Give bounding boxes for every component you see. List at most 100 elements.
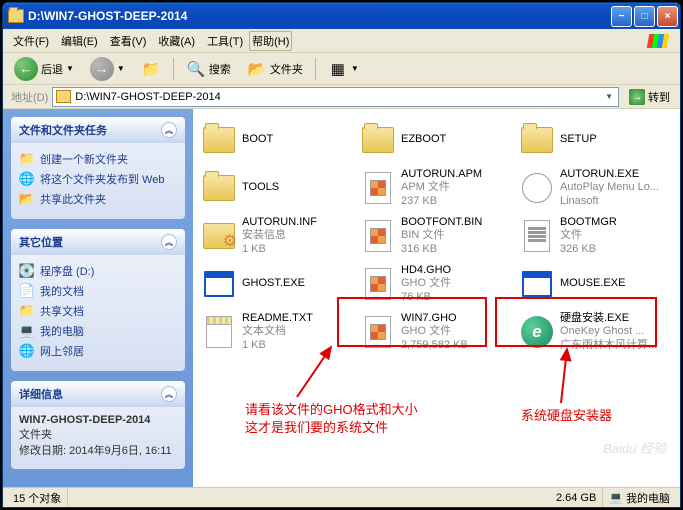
file-name: WIN7.GHO bbox=[401, 312, 468, 325]
file-name: HD4.GHO bbox=[401, 264, 451, 277]
file-item[interactable]: BOOT bbox=[199, 117, 356, 163]
network-icon: 🌐 bbox=[19, 343, 35, 359]
gear-icon bbox=[202, 219, 236, 253]
file-name: AUTORUN.INF bbox=[242, 216, 317, 229]
file-item[interactable]: AUTORUN.INF安装信息1 KB bbox=[199, 213, 356, 259]
cd-icon bbox=[520, 171, 554, 205]
file-item[interactable]: TOOLS bbox=[199, 165, 356, 211]
menu-favorites[interactable]: 收藏(A) bbox=[152, 31, 201, 51]
file-item[interactable]: e硬盘安装.EXEOneKey Ghost ...广东雨林木风计算... bbox=[517, 309, 674, 355]
file-meta: 广东雨林木风计算... bbox=[560, 339, 657, 352]
computer-icon: 💻 bbox=[609, 491, 623, 504]
file-meta: APM 文件 bbox=[401, 181, 482, 194]
place-drive-d[interactable]: 💽程序盘 (D:) bbox=[19, 261, 177, 281]
file-name: GHOST.EXE bbox=[242, 277, 305, 290]
views-button[interactable]: ▦ ▼ bbox=[321, 56, 366, 82]
documents-icon: 📄 bbox=[19, 283, 35, 299]
folder-icon bbox=[8, 9, 24, 23]
maximize-button[interactable]: □ bbox=[634, 6, 655, 27]
folders-label: 文件夹 bbox=[270, 61, 303, 77]
file-meta: AutoPlay Menu Lo... bbox=[560, 181, 659, 194]
places-title: 其它位置 bbox=[19, 234, 63, 250]
menu-tools[interactable]: 工具(T) bbox=[201, 31, 249, 51]
file-name: BOOTFONT.BIN bbox=[401, 216, 482, 229]
file-item[interactable]: WIN7.GHOGHO 文件2,759,582 KB bbox=[358, 309, 515, 355]
file-meta: 76 KB bbox=[401, 291, 451, 304]
task-publish-web[interactable]: 🌐将这个文件夹发布到 Web bbox=[19, 169, 177, 189]
tasks-header[interactable]: 文件和文件夹任务 ︽ bbox=[11, 117, 185, 143]
address-field[interactable]: D:\WIN7-GHOST-DEEP-2014 ▼ bbox=[52, 87, 619, 107]
address-text: D:\WIN7-GHOST-DEEP-2014 bbox=[75, 91, 220, 103]
forward-button[interactable]: → ▼ bbox=[83, 54, 132, 84]
gho-icon bbox=[361, 267, 395, 301]
details-panel: 详细信息 ︽ WIN7-GHOST-DEEP-2014 文件夹 修改日期: 20… bbox=[11, 381, 185, 469]
place-my-documents[interactable]: 📄我的文档 bbox=[19, 281, 177, 301]
minimize-button[interactable]: − bbox=[611, 6, 632, 27]
file-name: AUTORUN.APM bbox=[401, 168, 482, 181]
chevron-up-icon: ︽ bbox=[161, 386, 177, 402]
status-objects: 15 个对象 bbox=[7, 489, 68, 507]
annotation-text-1: 请看该文件的GHO格式和大小 这才是我们要的系统文件 bbox=[245, 401, 418, 437]
forward-arrow-icon: → bbox=[90, 57, 114, 81]
file-name: 硬盘安装.EXE bbox=[560, 312, 657, 325]
details-name: WIN7-GHOST-DEEP-2014 bbox=[19, 414, 150, 426]
file-name: BOOT bbox=[242, 133, 273, 146]
search-icon: 🔍 bbox=[186, 59, 206, 79]
file-item[interactable]: HD4.GHOGHO 文件76 KB bbox=[358, 261, 515, 307]
menu-edit[interactable]: 编辑(E) bbox=[55, 31, 104, 51]
status-location: 💻 我的电脑 bbox=[603, 489, 676, 507]
separator bbox=[173, 58, 174, 80]
folders-button[interactable]: 📂 文件夹 bbox=[240, 56, 310, 82]
menu-file[interactable]: 文件(F) bbox=[7, 31, 55, 51]
computer-icon: 💻 bbox=[19, 323, 35, 339]
menu-help[interactable]: 帮助(H) bbox=[249, 31, 292, 51]
file-item[interactable]: SETUP bbox=[517, 117, 674, 163]
file-meta: GHO 文件 bbox=[401, 277, 451, 290]
task-new-folder[interactable]: 📁创建一个新文件夹 bbox=[19, 149, 177, 169]
folder-icon bbox=[56, 90, 71, 103]
up-button[interactable]: 📁 bbox=[134, 56, 168, 82]
close-button[interactable]: × bbox=[657, 6, 678, 27]
folder-icon bbox=[361, 123, 395, 157]
exe-icon bbox=[202, 267, 236, 301]
back-button[interactable]: ← 后退 ▼ bbox=[7, 54, 81, 84]
file-item[interactable]: BOOTFONT.BINBIN 文件316 KB bbox=[358, 213, 515, 259]
back-arrow-icon: ← bbox=[14, 57, 38, 81]
file-view[interactable]: BOOT EZBOOTSETUP TOOLSAUTORUN.APMAPM 文件237… bbox=[193, 109, 680, 487]
file-meta: 1 KB bbox=[242, 243, 317, 256]
new-folder-icon: 📁 bbox=[19, 151, 35, 167]
file-item[interactable]: BOOTMGR文件326 KB bbox=[517, 213, 674, 259]
window-title: D:\WIN7-GHOST-DEEP-2014 bbox=[28, 9, 611, 23]
places-header[interactable]: 其它位置 ︽ bbox=[11, 229, 185, 255]
file-meta: 326 KB bbox=[560, 243, 617, 256]
main-area: 文件和文件夹任务 ︽ 📁创建一个新文件夹 🌐将这个文件夹发布到 Web 📂共享此… bbox=[3, 109, 680, 487]
gho-icon bbox=[361, 219, 395, 253]
details-type: 文件夹 bbox=[19, 429, 52, 441]
file-item[interactable]: README.TXT文本文档1 KB bbox=[199, 309, 356, 355]
oem-icon: e bbox=[520, 315, 554, 349]
titlebar[interactable]: D:\WIN7-GHOST-DEEP-2014 − □ × bbox=[3, 3, 680, 29]
address-label: 地址(D) bbox=[7, 89, 52, 105]
file-meta: 2,759,582 KB bbox=[401, 339, 468, 352]
file-name: AUTORUN.EXE bbox=[560, 168, 659, 181]
file-item[interactable]: AUTORUN.EXEAutoPlay Menu Lo...Linasoft bbox=[517, 165, 674, 211]
chevron-down-icon: ▼ bbox=[66, 64, 74, 73]
search-button[interactable]: 🔍 搜索 bbox=[179, 56, 238, 82]
place-shared-docs[interactable]: 📁共享文档 bbox=[19, 301, 177, 321]
details-header[interactable]: 详细信息 ︽ bbox=[11, 381, 185, 407]
file-item[interactable]: GHOST.EXE bbox=[199, 261, 356, 307]
shared-icon: 📁 bbox=[19, 303, 35, 319]
chevron-down-icon[interactable]: ▼ bbox=[603, 92, 615, 101]
place-my-computer[interactable]: 💻我的电脑 bbox=[19, 321, 177, 341]
file-item[interactable]: EZBOOT bbox=[358, 117, 515, 163]
place-network[interactable]: 🌐网上邻居 bbox=[19, 341, 177, 361]
txt-icon bbox=[202, 315, 236, 349]
file-meta: 1 KB bbox=[242, 339, 313, 352]
file-item[interactable]: MOUSE.EXE bbox=[517, 261, 674, 307]
go-button[interactable]: → 转到 bbox=[623, 88, 676, 106]
sidebar: 文件和文件夹任务 ︽ 📁创建一个新文件夹 🌐将这个文件夹发布到 Web 📂共享此… bbox=[3, 109, 193, 487]
task-share-folder[interactable]: 📂共享此文件夹 bbox=[19, 189, 177, 209]
chevron-up-icon: ︽ bbox=[161, 122, 177, 138]
menu-view[interactable]: 查看(V) bbox=[104, 31, 153, 51]
file-item[interactable]: AUTORUN.APMAPM 文件237 KB bbox=[358, 165, 515, 211]
